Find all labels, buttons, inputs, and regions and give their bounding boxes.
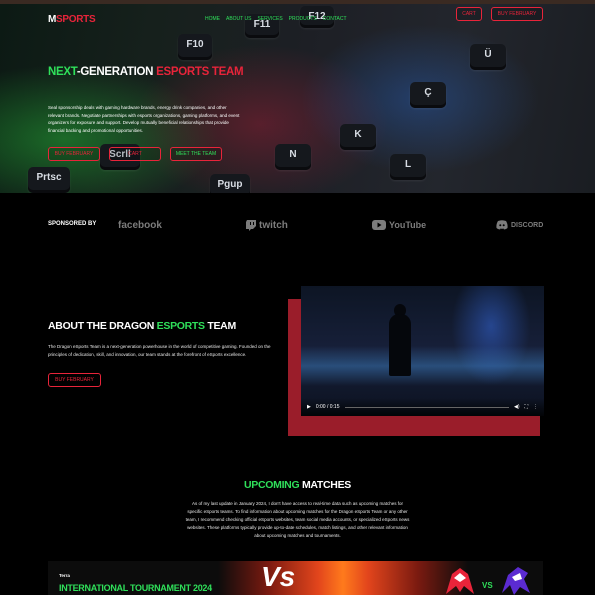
keyboard-key: K — [340, 124, 376, 150]
about-title-team: TEAM — [204, 320, 236, 332]
keyboard-key: F10 — [178, 34, 212, 60]
video-time: 0:00 / 0:15 — [315, 404, 340, 410]
about-title: ABOUT THE DRAGON ESPORTS TEAM — [48, 320, 236, 332]
volume-icon[interactable]: ◀) — [514, 404, 520, 410]
sponsor-facebook[interactable]: facebook — [118, 220, 162, 231]
sponsor-youtube[interactable]: YouTube — [372, 220, 426, 230]
facebook-logo-icon: facebook — [118, 220, 162, 231]
hero-title-esports-team: ESPORTS TEAM — [156, 66, 244, 78]
keyboard-key: N — [275, 144, 311, 170]
matches-description: As of my last update in January 2024, I … — [185, 501, 410, 538]
fullscreen-icon[interactable]: ⛶ — [524, 404, 528, 410]
video-figure-body — [389, 314, 411, 376]
opponent-team-logo-icon — [502, 567, 530, 595]
hero-buy-button[interactable]: BUY FEBRUARY — [48, 147, 100, 161]
matches-title-upcoming: UPCOMING — [243, 479, 300, 491]
main-nav: HOME ABOUT US SERVICES PRODUCTS CONTACT — [205, 16, 347, 22]
match-tag: Terra — [59, 573, 70, 578]
discord-wordmark: DISCORD — [511, 221, 544, 229]
matches-title-matches: MATCHES — [299, 479, 351, 491]
hero-description: Seal sponsorship deals with gaming hardw… — [48, 105, 240, 133]
play-icon[interactable]: ▶ — [307, 404, 311, 410]
nav-link-products[interactable]: PRODUCTS — [289, 16, 317, 22]
team-video-player[interactable]: ▶ 0:00 / 0:15 ◀) ⛶ ⋮ — [301, 286, 544, 416]
hero-section: F10 F11 F12 Prtsc Scrll Pgup Ç K L N Ü M… — [0, 4, 595, 193]
keyboard-key: Ç — [410, 82, 446, 108]
brand-logo[interactable]: MSPORTS — [48, 14, 96, 25]
youtube-wordmark: YouTube — [389, 220, 427, 230]
about-title-esports: ESPORTS — [156, 320, 205, 332]
match-card[interactable]: Terra INTERNATIONAL TOURNAMENT 2024 Vs V… — [48, 561, 543, 595]
vs-graphic: Vs — [261, 561, 296, 592]
sponsor-discord[interactable]: DISCORD — [496, 220, 543, 230]
vs-label: VS — [482, 581, 493, 590]
nav-cart-button[interactable]: CART — [456, 7, 482, 21]
team-dragon-logo-icon — [446, 568, 474, 594]
hero-cart-button[interactable]: CART — [109, 147, 161, 161]
youtube-logo-icon — [372, 220, 386, 230]
about-title-lead: ABOUT THE DRAGON — [48, 320, 157, 332]
hero-title-generation: -GENERATION — [76, 66, 157, 78]
nav-link-home[interactable]: HOME — [205, 16, 220, 22]
more-options-icon[interactable]: ⋮ — [533, 404, 538, 410]
keyboard-key: L — [390, 154, 426, 180]
logo-text: SPORTS — [56, 14, 96, 25]
match-card-burst — [218, 561, 468, 595]
video-controls: ▶ 0:00 / 0:15 ◀) ⛶ ⋮ — [301, 398, 544, 416]
meet-team-button[interactable]: MEET THE TEAM — [170, 147, 222, 161]
sponsor-twitch[interactable]: twitch — [246, 220, 288, 231]
nav-link-about[interactable]: ABOUT US — [226, 16, 251, 22]
nav-buy-button[interactable]: BUY FEBRUARY — [491, 7, 543, 21]
twitch-wordmark: twitch — [259, 220, 288, 231]
nav-link-contact[interactable]: CONTACT — [323, 16, 347, 22]
nav-link-services[interactable]: SERVICES — [257, 16, 282, 22]
about-description: The Dragon eSports Team is a next-genera… — [48, 344, 271, 357]
matches-title: UPCOMING MATCHES — [0, 479, 595, 491]
match-name: INTERNATIONAL TOURNAMENT 2024 — [59, 583, 212, 593]
sponsored-label: SPONSORED BY — [48, 221, 97, 227]
discord-logo-icon — [496, 220, 508, 230]
video-neon-floor — [301, 346, 544, 386]
logo-mark: M — [48, 14, 57, 25]
twitch-logo-icon — [246, 220, 256, 231]
hero-title-next: NEXT — [48, 66, 77, 78]
keyboard-key: Ü — [470, 44, 506, 70]
video-progress-bar[interactable] — [344, 406, 509, 408]
about-buy-button[interactable]: BUY FEBRUARY — [48, 373, 101, 387]
hero-title: NEXT-GENERATION ESPORTS TEAM — [48, 62, 248, 82]
keyboard-key: Prtsc — [28, 167, 70, 193]
keyboard-key: Pgup — [210, 174, 250, 193]
